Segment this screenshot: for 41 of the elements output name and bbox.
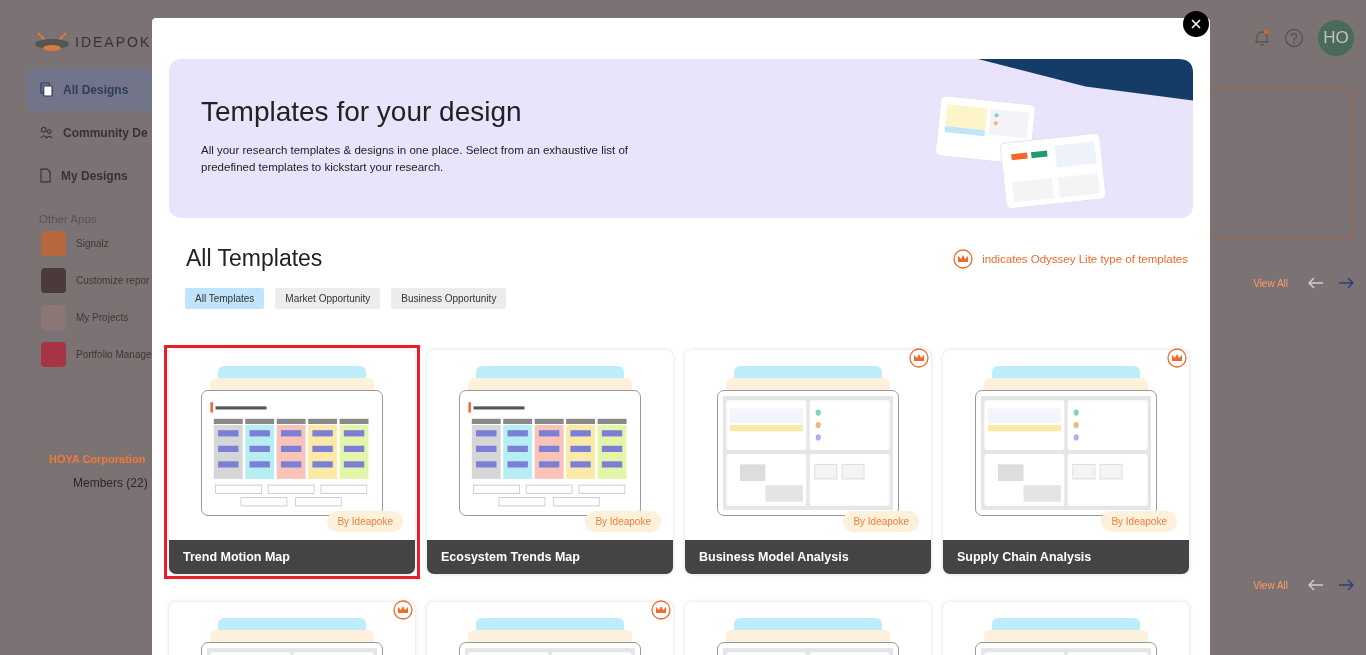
author-badge: By Ideapoke [843,511,919,532]
help-icon[interactable] [1284,27,1304,48]
close-icon [1190,18,1202,30]
app-link[interactable]: Portfolio Manage [26,336,152,373]
card-title: Ecosystem Trends Map [427,540,673,574]
crown-icon [953,248,974,269]
nav-item[interactable]: My Designs [26,154,152,197]
card-title: Supply Chain Analysis [943,540,1189,574]
app-link[interactable]: My Projects [26,299,152,336]
banner-description: All your research templates & designs in one place. Select from an exhaustive list of predefined templates to kickstart your research. [201,142,629,175]
organization-name: HOYA Corporation [48,453,147,465]
arrow-left-icon[interactable] [1308,579,1324,591]
nav-item[interactable]: All Designs [26,68,152,111]
card-title: Business Model Analysis [685,540,931,574]
view-all-link[interactable]: View All [1253,277,1288,289]
arrow-right-icon[interactable] [1338,277,1354,289]
copy-icon [40,82,53,97]
arrow-left-icon[interactable] [1308,277,1324,289]
bell-icon[interactable] [1254,28,1270,47]
card-title: Trend Motion Map [169,540,415,574]
template-card[interactable]: By Ideapoke Trend Motion Map [164,345,420,579]
banner-title: Templates for your design [201,95,523,128]
members-count[interactable]: Members (22) [26,476,152,490]
logo-wordmark: IDEAPOK [75,34,152,50]
author-badge: By Ideapoke [327,511,403,532]
people-icon [40,126,53,139]
app-link[interactable]: Customize repor [26,262,152,299]
filter-tab[interactable]: All Templates [185,288,265,309]
app-link[interactable]: Signalz [26,225,152,262]
author-badge: By Ideapoke [1101,511,1177,532]
legend-text: indicates Odyssey Lite type of templates [982,252,1188,265]
view-all-link[interactable]: View All [1253,579,1288,591]
nav-item[interactable]: Community De [26,111,152,154]
author-badge: By Ideapoke [585,511,661,532]
user-avatar[interactable]: HO [1318,19,1354,56]
document-icon [40,168,51,183]
section-title: All Templates [186,245,323,272]
filter-tab[interactable]: Market Opportunity [275,288,381,309]
filter-tab[interactable]: Business Opportunity [391,288,507,309]
logo-icon [32,31,72,53]
arrow-right-icon[interactable] [1338,579,1354,591]
